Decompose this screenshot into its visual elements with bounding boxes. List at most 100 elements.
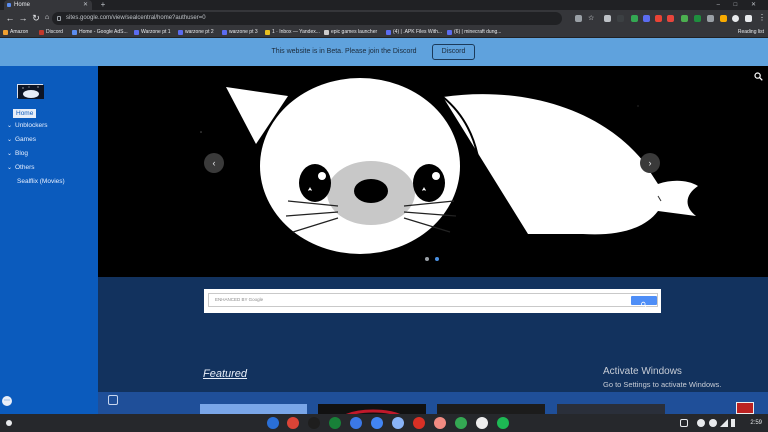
sidebar: Home ⌄ Unblockers ⌄ Games ⌄ Blog ⌄ Others Se… (0, 66, 98, 414)
bookmark-favicon-icon (72, 30, 77, 35)
activate-windows-subtitle: Go to Settings to activate Windows. (603, 380, 722, 389)
bookmark-item[interactable]: Amazon (2, 27, 28, 38)
report-abuse-icon[interactable] (736, 402, 754, 414)
tab-title: Home (14, 2, 31, 8)
extension-icon[interactable] (617, 15, 624, 22)
bookmark-item[interactable]: Discord (38, 27, 63, 38)
featured-card[interactable] (557, 404, 665, 414)
featured-card[interactable] (437, 404, 545, 414)
menu-kebab-icon[interactable]: ⋮ (756, 12, 768, 24)
chevron-down-icon[interactable]: ⌄ (7, 136, 15, 143)
bookmark-item[interactable]: epic games launcher (323, 27, 377, 38)
carousel-next-button[interactable]: › (640, 153, 660, 173)
lock-icon (57, 16, 61, 21)
bookmark-item[interactable]: Home - Google AdS... (71, 27, 128, 38)
carousel-dot[interactable] (425, 257, 429, 261)
carousel-prev-button[interactable]: ‹ (204, 153, 224, 173)
extension-icon[interactable] (643, 15, 650, 22)
search-submit-button[interactable] (631, 296, 657, 307)
chevron-down-icon[interactable]: ⌄ (7, 150, 15, 157)
sidebar-item-games[interactable]: ⌄ Games (7, 136, 36, 143)
chevron-down-icon[interactable]: ⌄ (7, 122, 15, 129)
profile-avatar[interactable] (732, 15, 739, 22)
url-text: sites.google.com/view/sealcentral/home?a… (66, 15, 206, 21)
web-page: This website is in Beta. Please join the… (0, 38, 768, 414)
site-logo[interactable] (17, 84, 44, 99)
beta-banner: This website is in Beta. Please join the… (0, 38, 768, 66)
shelf-app-icon[interactable] (392, 417, 404, 429)
bookmark-item[interactable]: (6) | minecraft dung... (446, 27, 501, 38)
play-store-icon[interactable] (455, 417, 467, 429)
search-icon (641, 301, 647, 307)
google-search-widget: ENHANCED BY Google (204, 289, 661, 313)
bookmark-favicon-icon (324, 30, 329, 35)
shelf-app-icon[interactable] (371, 417, 383, 429)
window-controls[interactable]: – □ ✕ (717, 0, 762, 10)
cast-icon[interactable] (575, 15, 582, 22)
sidebar-item-home[interactable]: Home (13, 109, 37, 118)
system-clock[interactable]: 2:59 (750, 414, 762, 432)
search-input[interactable]: ENHANCED BY Google (208, 293, 658, 307)
featured-card[interactable] (318, 404, 426, 414)
shelf-app-icon[interactable] (434, 417, 446, 429)
search-placeholder: ENHANCED BY Google (215, 297, 264, 302)
bookmark-favicon-icon (265, 30, 270, 35)
shelf-app-icon[interactable] (329, 417, 341, 429)
featured-heading[interactable]: Featured (203, 368, 247, 380)
shelf-app-icon[interactable] (308, 417, 320, 429)
shelf-app-icon[interactable] (413, 417, 425, 429)
spotify-icon[interactable] (497, 417, 509, 429)
bookmark-item[interactable]: 1 · Inbox — Yandex... (264, 27, 320, 38)
carousel-dot-active[interactable] (435, 257, 440, 261)
close-tab-icon[interactable]: ✕ (83, 0, 88, 10)
sidebar-item-others[interactable]: ⌄ Others (7, 164, 35, 171)
back-icon[interactable]: ← (4, 12, 16, 24)
forward-icon[interactable]: → (17, 12, 29, 24)
discord-button[interactable]: Discord (432, 44, 475, 60)
activate-windows-title: Activate Windows (603, 366, 682, 377)
site-favicon-icon (7, 3, 11, 7)
reading-list-button[interactable]: Reading list (738, 27, 764, 38)
bookmark-item[interactable]: warzone pt 2 (177, 27, 214, 38)
sidebar-item-sealflix[interactable]: Sealflix (Movies) (17, 178, 65, 185)
tab-strip (0, 0, 768, 10)
more-options-icon[interactable]: ⋯ (2, 396, 12, 406)
shelf-app-icon[interactable] (267, 417, 279, 429)
shelf-app-icon[interactable] (476, 417, 488, 429)
sidebar-item-unblockers[interactable]: ⌄ Unblockers (7, 122, 48, 129)
system-shelf: 2:59 (0, 414, 768, 432)
featured-card[interactable] (200, 404, 307, 414)
extension-icon[interactable] (694, 15, 701, 22)
browser-tab-home[interactable]: Home ✕ (4, 0, 92, 10)
launcher-icon[interactable] (6, 420, 12, 426)
chevron-down-icon[interactable]: ⌄ (7, 164, 15, 171)
extension-icon[interactable] (681, 15, 688, 22)
wifi-icon[interactable] (720, 419, 728, 427)
battery-icon[interactable] (731, 419, 735, 427)
bookmark-item[interactable]: warzone pt 3 (221, 27, 258, 38)
chrome-icon[interactable] (287, 417, 299, 429)
new-tab-button[interactable]: + (98, 0, 108, 10)
extension-icon[interactable] (655, 15, 662, 22)
browser-toolbar: ← → ↻ ⌂ sites.google.com/view/sealcentra… (0, 10, 768, 27)
extension-icon[interactable] (604, 15, 611, 22)
bookmark-favicon-icon (447, 30, 452, 35)
address-bar[interactable]: sites.google.com/view/sealcentral/home?a… (52, 12, 562, 25)
extension-icon[interactable] (720, 15, 727, 22)
bookmark-item[interactable]: (4) | .APK Files With... (385, 27, 442, 38)
info-icon[interactable] (108, 395, 118, 405)
holding-space-icon[interactable] (680, 419, 688, 427)
search-icon[interactable] (754, 72, 763, 81)
bookmark-favicon-icon (386, 30, 391, 35)
sidebar-item-blog[interactable]: ⌄ Blog (7, 150, 28, 157)
shelf-app-icon[interactable] (350, 417, 362, 429)
notification-icon[interactable] (697, 419, 705, 427)
extension-icon[interactable] (667, 15, 674, 22)
puzzle-extensions-icon[interactable] (745, 15, 752, 22)
settings-icon[interactable] (709, 419, 717, 427)
bookmark-favicon-icon (39, 30, 44, 35)
bookmark-item[interactable]: Warzone pt 1 (133, 27, 171, 38)
extension-icon[interactable] (631, 15, 638, 22)
bookmark-star-icon[interactable]: ☆ (588, 15, 595, 22)
extension-icon[interactable] (707, 15, 714, 22)
